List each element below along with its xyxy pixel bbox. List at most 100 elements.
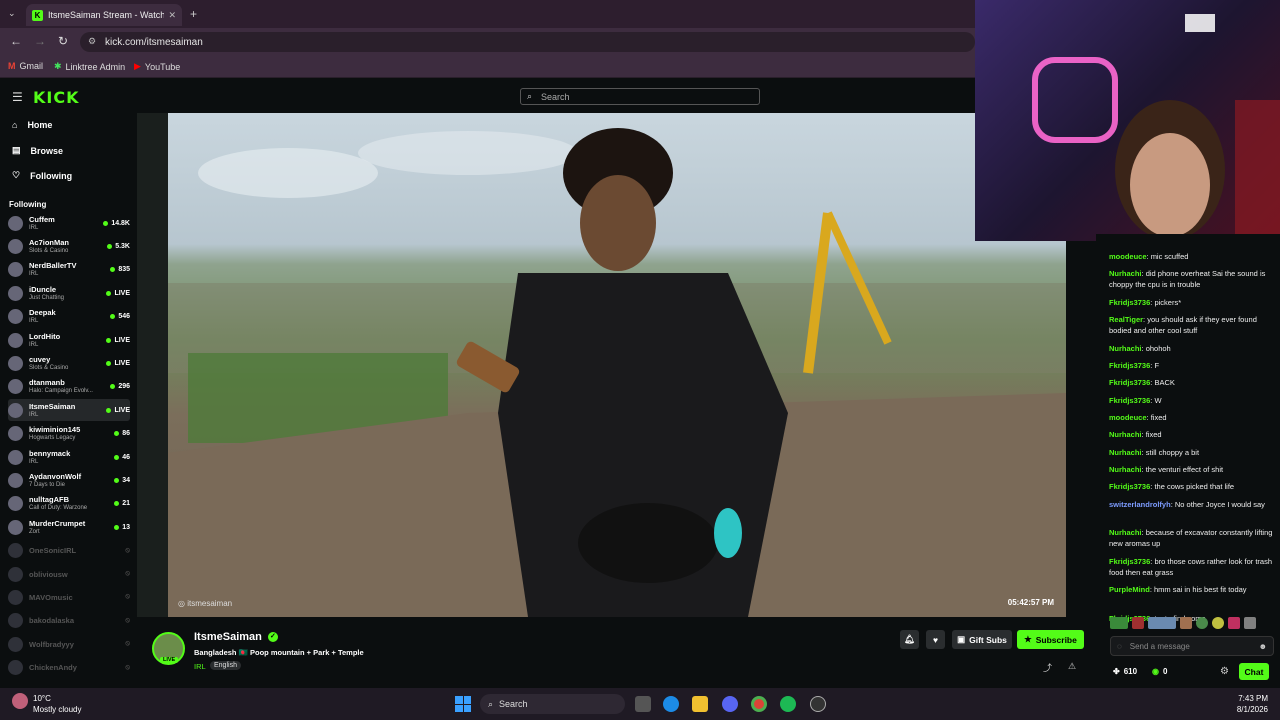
bookmark-youtube[interactable]: ▶ YouTube	[134, 61, 180, 72]
chat-username[interactable]: Nurhachi	[1109, 448, 1142, 457]
heart-icon: ♡	[12, 170, 21, 180]
chat-message: moodeuce: fixed	[1109, 412, 1274, 423]
bookmark-gmail[interactable]: M Gmail	[8, 61, 43, 71]
chat-username[interactable]: moodeuce	[1109, 252, 1147, 261]
following-item[interactable]: AydanvonWolf 7 Days to Die 34	[8, 469, 130, 491]
following-item[interactable]: ItsmeSaiman IRL LIVE	[8, 399, 130, 422]
url-field[interactable]: ⚙ kick.com/itsmesaiman	[80, 32, 975, 52]
emote-icon[interactable]	[1148, 617, 1176, 629]
emote-icon[interactable]	[1244, 617, 1256, 629]
chat-username[interactable]: Fkridjs3736	[1109, 557, 1150, 566]
chat-username[interactable]: Nurhachi	[1109, 430, 1142, 439]
chat-text: still choppy a bit	[1145, 447, 1200, 457]
chat-username[interactable]: Nurhachi	[1109, 344, 1142, 353]
weather-icon[interactable]	[12, 693, 28, 709]
forward-icon[interactable]: →	[34, 34, 46, 48]
bookmark-linktree[interactable]: ✱ Linktree Admin	[54, 61, 125, 72]
chat-username[interactable]: PurpleMind	[1109, 585, 1150, 594]
offline-icon: ⦸	[125, 663, 130, 671]
chat-send-button[interactable]: Chat	[1239, 663, 1269, 680]
channel-text: MurderCrumpet Zort	[29, 519, 85, 536]
emoji-icon[interactable]: ☻	[1259, 642, 1267, 651]
following-item[interactable]: iDuncle Just Chatting LIVE	[8, 282, 130, 304]
browser-tab[interactable]: K ItsmeSaiman Stream - Watch Li ✕	[26, 4, 182, 26]
chrome-icon[interactable]	[751, 696, 767, 712]
chat-username[interactable]: moodeuce	[1109, 413, 1147, 422]
chat-username[interactable]: switzerlandrolfyh	[1109, 500, 1171, 509]
follow-button[interactable]: ♥	[926, 630, 945, 649]
following-item[interactable]: dtanmanb Halo: Campaign Evolv... 296	[8, 376, 130, 398]
chat-username[interactable]: Fkridjs3736	[1109, 378, 1150, 387]
points-counter[interactable]: ✤ 610	[1113, 667, 1137, 676]
following-item[interactable]: nulltagAFB Call of Duty: Warzone 21	[8, 493, 130, 515]
subscribe-button[interactable]: ★ Subscribe	[1017, 630, 1084, 649]
windows-start-icon[interactable]	[455, 696, 471, 712]
nav-following[interactable]: ♡ Following	[12, 170, 72, 181]
channel-category: Just Chatting	[29, 294, 65, 301]
following-item[interactable]: obliviousw ⦸	[8, 563, 130, 585]
stream-category[interactable]: IRL	[194, 662, 206, 671]
following-item[interactable]: cuvey Slots & Casino LIVE	[8, 352, 130, 374]
share-icon[interactable]: ⤴	[1043, 661, 1052, 674]
language-tag[interactable]: English	[210, 661, 241, 670]
chat-username[interactable]: Fkridjs3736	[1109, 298, 1150, 307]
following-item[interactable]: Cuffem IRL 14.8K	[8, 212, 130, 234]
taskbar-search[interactable]: ⌕ Search	[480, 694, 625, 714]
chat-username[interactable]: Nurhachi	[1109, 528, 1142, 537]
following-item[interactable]: Ac7ionMan Slots & Casino 5.3K	[8, 235, 130, 257]
system-clock[interactable]: 7:43 PM 8/1/2026	[1225, 693, 1268, 715]
following-item[interactable]: bennymack IRL 46	[8, 446, 130, 468]
discord-icon[interactable]	[722, 696, 738, 712]
following-item[interactable]: Deepak IRL 546	[8, 306, 130, 328]
emote-icon[interactable]	[1228, 617, 1240, 629]
emote-icon[interactable]	[1132, 617, 1144, 629]
weather-widget[interactable]: 10°C Mostly cloudy	[33, 693, 81, 715]
chat-username[interactable]: Nurhachi	[1109, 269, 1142, 278]
emote-icon[interactable]	[1180, 617, 1192, 629]
viewer-count: 34	[114, 477, 130, 484]
video-player[interactable]: ◎ itsmesaiman 05:42:57 PM	[168, 113, 1066, 617]
nav-browse[interactable]: ▤ Browse	[12, 145, 63, 156]
following-item[interactable]: MurderCrumpet Zort 13	[8, 516, 130, 538]
report-icon[interactable]: ⚠	[1068, 661, 1076, 672]
new-tab-icon[interactable]: +	[190, 7, 197, 21]
file-explorer-icon[interactable]	[692, 696, 708, 712]
chat-username[interactable]: RealTiger	[1109, 315, 1143, 324]
following-item[interactable]: OneSonicIRL ⦸	[8, 540, 130, 562]
site-info-icon[interactable]: ⚙	[88, 36, 96, 47]
notification-button[interactable]: 🔔︎	[900, 630, 919, 649]
following-item[interactable]: kiwiminion145 Hogwarts Legacy 86	[8, 423, 130, 445]
following-item[interactable]: LordHito IRL LIVE	[8, 329, 130, 351]
following-item[interactable]: bakodalaska ⦸	[8, 610, 130, 632]
reload-icon[interactable]: ↻	[58, 34, 68, 48]
gift-subs-button[interactable]: ▣ Gift Subs	[952, 630, 1012, 649]
chat-username[interactable]: Fkridjs3736	[1109, 396, 1150, 405]
edge-icon[interactable]	[663, 696, 679, 712]
emote-icon[interactable]	[1196, 617, 1208, 629]
following-item[interactable]: MAVOmusic ⦸	[8, 586, 130, 608]
chat-input[interactable]: ◌ Send a message ☻	[1110, 636, 1274, 656]
obs-icon[interactable]	[810, 696, 826, 712]
following-item[interactable]: NerdBallerTV IRL 835	[8, 259, 130, 281]
back-icon[interactable]: ←	[10, 34, 22, 48]
live-dot-icon	[107, 243, 113, 249]
tab-list-icon[interactable]: ⌄	[8, 8, 16, 19]
task-view-icon[interactable]	[635, 696, 651, 712]
emote-icon[interactable]	[1110, 617, 1128, 629]
close-tab-icon[interactable]: ✕	[168, 10, 176, 21]
following-item[interactable]: Wolfbradyyy ⦸	[8, 633, 130, 655]
emote-icon[interactable]	[1212, 617, 1224, 629]
following-item[interactable]: ChickenAndy ⦸	[8, 657, 130, 679]
spotify-icon[interactable]	[780, 696, 796, 712]
search-icon: ⌕	[488, 698, 494, 709]
secondary-counter[interactable]: ◉ 0	[1152, 667, 1167, 676]
menu-icon[interactable]: ☰	[12, 90, 23, 104]
chat-username[interactable]: Fkridjs3736	[1109, 361, 1150, 370]
chat-settings-icon[interactable]: ⚙	[1220, 666, 1229, 677]
streamer-name[interactable]: ItsmeSaiman	[194, 631, 262, 643]
nav-home[interactable]: ⌂ Home	[12, 120, 52, 130]
search-input[interactable]: ⌕ Search	[520, 88, 760, 105]
kick-logo[interactable]: KICK	[33, 88, 80, 107]
chat-username[interactable]: Fkridjs3736	[1109, 482, 1150, 491]
chat-username[interactable]: Nurhachi	[1109, 465, 1142, 474]
